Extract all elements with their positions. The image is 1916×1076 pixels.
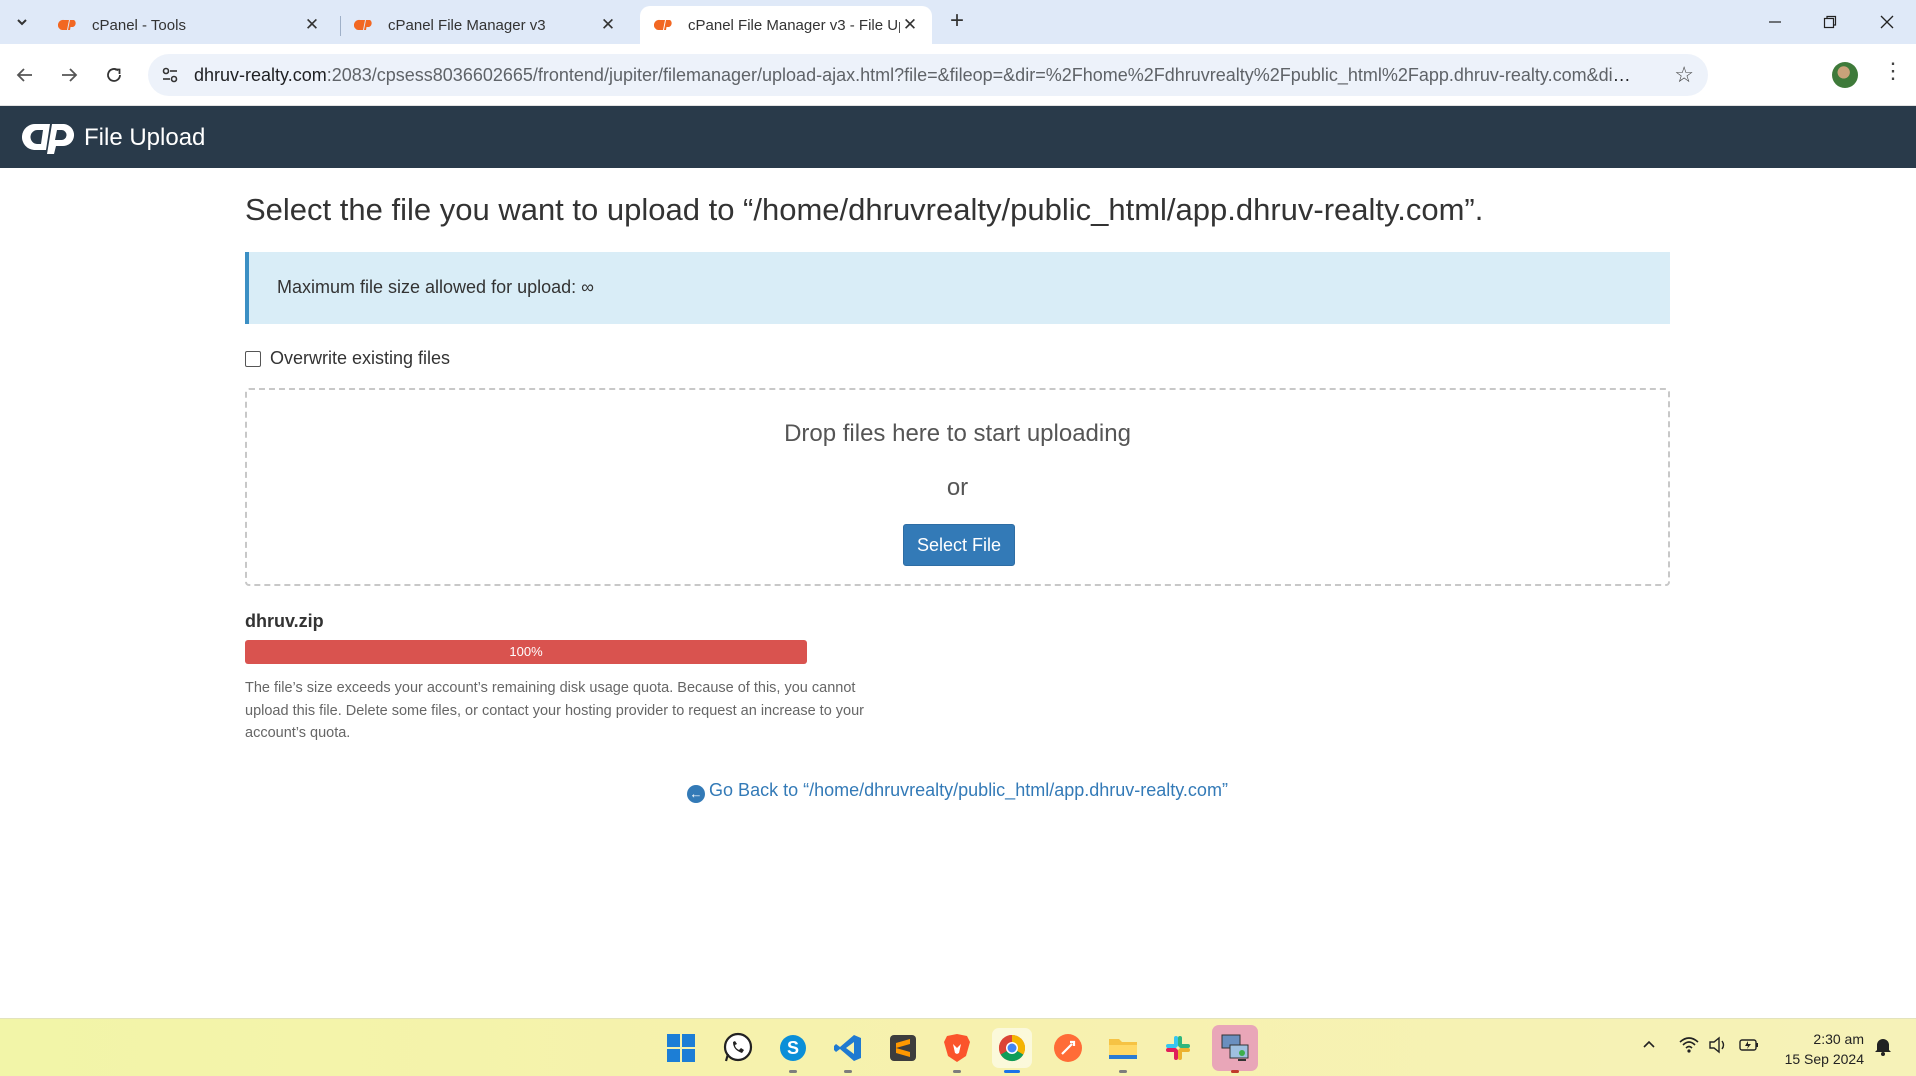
brave-app[interactable] (937, 1028, 977, 1068)
tab-file-manager[interactable]: cPanel File Manager v3 ✕ (340, 6, 630, 44)
tab-cpanel-tools[interactable]: cPanel - Tools ✕ (44, 6, 334, 44)
info-alert: Maximum file size allowed for upload: ∞ (245, 252, 1670, 324)
browser-toolbar: dhruv-realty.com:2083/cpsess8036602665/f… (0, 44, 1916, 128)
max-size-text: Maximum file size allowed for upload: ∞ (277, 277, 594, 297)
postman-app[interactable] (1048, 1028, 1088, 1068)
profile-avatar[interactable] (1832, 62, 1858, 88)
tab-title: cPanel File Manager v3 (388, 16, 546, 34)
wifi-icon[interactable] (1679, 1036, 1699, 1059)
svg-text:S: S (787, 1038, 799, 1058)
arrow-left-icon (16, 68, 32, 82)
progress-label: 100% (509, 644, 543, 659)
minimize-icon (1769, 21, 1781, 23)
go-back-text[interactable]: Go Back to “/home/dhruvrealty/public_htm… (709, 780, 1228, 800)
cpanel-favicon-icon (354, 17, 376, 33)
brave-icon (944, 1034, 970, 1062)
new-tab-button[interactable]: + (945, 9, 969, 34)
running-indicator (953, 1070, 961, 1073)
windows-logo-icon (667, 1034, 695, 1062)
running-indicator (1231, 1070, 1239, 1073)
skype-app[interactable]: S (773, 1028, 813, 1068)
reload-button[interactable] (99, 60, 129, 90)
clock-time: 2:30 am (1813, 1031, 1864, 1047)
restore-button[interactable] (1815, 8, 1845, 36)
skype-icon: S (780, 1035, 806, 1061)
cpanel-favicon-icon (58, 17, 80, 33)
windows-taskbar: S 2:30 am 15 Sep 2024 (0, 1018, 1916, 1076)
sublime-text-icon (890, 1035, 916, 1061)
close-icon (1880, 15, 1894, 29)
sublime-text-app[interactable] (883, 1028, 923, 1068)
address-bar[interactable]: dhruv-realty.com:2083/cpsess8036602665/f… (148, 54, 1708, 96)
go-back-link[interactable]: ← Go Back to “/home/dhruvrealty/public_ht… (245, 780, 1670, 803)
tab-file-upload-active[interactable]: cPanel File Manager v3 - File Up ✕ (640, 6, 932, 44)
overwrite-label[interactable]: Overwrite existing files (270, 348, 450, 369)
show-hidden-icons-button[interactable] (1641, 1036, 1657, 1057)
upload-heading: Select the file you want to upload to “/… (245, 192, 1484, 227)
start-button[interactable] (661, 1028, 701, 1068)
chrome-icon (998, 1034, 1026, 1062)
vscode-app[interactable] (828, 1028, 868, 1068)
tab-title: cPanel - Tools (92, 16, 186, 34)
file-explorer-app[interactable] (1103, 1028, 1143, 1068)
bookmark-star-icon[interactable]: ☆ (1674, 62, 1694, 88)
cpanel-header: File Upload (0, 106, 1916, 168)
system-clock[interactable]: 2:30 am 15 Sep 2024 (1772, 1029, 1864, 1069)
running-indicator (844, 1070, 852, 1073)
minimize-button[interactable] (1760, 8, 1790, 36)
url-path: :2083/cpsess8036602665/frontend/jupiter/… (326, 65, 1634, 85)
tab-title: cPanel File Manager v3 - File Up (688, 16, 900, 34)
cpanel-favicon-icon (654, 17, 676, 33)
whatsapp-app[interactable] (718, 1028, 758, 1068)
arrow-circle-left-icon: ← (687, 785, 706, 803)
overwrite-option[interactable]: Overwrite existing files (245, 348, 450, 369)
running-indicator (789, 1070, 797, 1073)
close-tab-icon[interactable]: ✕ (900, 15, 920, 35)
close-tab-icon[interactable]: ✕ (598, 15, 618, 35)
upload-file-name: dhruv.zip (245, 611, 324, 631)
tab-search-button[interactable] (10, 10, 34, 34)
clock-date: 15 Sep 2024 (1784, 1051, 1864, 1067)
forward-button[interactable] (54, 60, 84, 90)
whatsapp-icon (723, 1032, 753, 1062)
slack-icon (1166, 1036, 1190, 1060)
battery-icon[interactable] (1738, 1036, 1760, 1059)
slack-app[interactable] (1158, 1028, 1198, 1068)
network-computer-icon (1221, 1034, 1249, 1061)
upload-progress-bar: 100% (245, 640, 807, 664)
volume-icon[interactable] (1708, 1036, 1728, 1059)
drop-instructions: Drop files here to start uploading (784, 420, 1131, 447)
close-tab-icon[interactable]: ✕ (302, 15, 322, 35)
postman-icon (1054, 1034, 1082, 1062)
overwrite-checkbox[interactable] (245, 350, 261, 367)
chrome-app[interactable] (992, 1028, 1032, 1068)
site-info-button[interactable] (158, 63, 182, 87)
or-separator: or (946, 474, 969, 501)
folder-icon (1109, 1039, 1137, 1059)
url-text[interactable]: dhruv-realty.com:2083/cpsess8036602665/f… (194, 65, 1634, 86)
tune-icon (162, 67, 178, 83)
running-indicator (1119, 1070, 1127, 1073)
notification-bell-icon[interactable] (1874, 1036, 1892, 1061)
restore-icon (1823, 15, 1837, 29)
back-button[interactable] (10, 60, 40, 90)
reload-icon (107, 68, 121, 82)
remote-desktop-app[interactable] (1212, 1025, 1258, 1071)
arrow-right-icon (62, 68, 78, 82)
vscode-icon (834, 1035, 861, 1061)
close-window-button[interactable] (1872, 8, 1902, 36)
url-domain: dhruv-realty.com (194, 65, 327, 85)
chevron-up-icon (1643, 1040, 1655, 1048)
browser-tab-strip: cPanel - Tools ✕ cPanel File Manager v3 … (0, 0, 1916, 44)
cpanel-logo-icon[interactable] (22, 120, 80, 156)
chevron-down-icon (17, 19, 27, 26)
page-title: File Upload (84, 124, 206, 151)
active-indicator (1004, 1070, 1020, 1073)
file-drop-zone[interactable]: Drop files here to start uploading or Se… (245, 388, 1670, 586)
browser-menu-icon[interactable]: ⋮ (1882, 58, 1904, 84)
select-file-button[interactable]: Select File (903, 524, 1015, 566)
upload-error-message: The file’s size exceeds your account’s r… (245, 680, 864, 741)
